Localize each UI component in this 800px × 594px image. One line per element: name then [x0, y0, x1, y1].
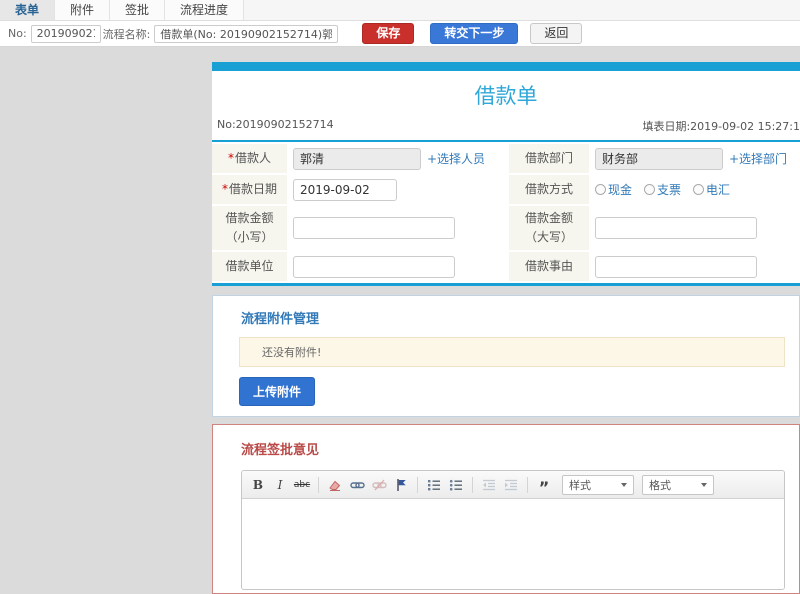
page-title: 借款单 [474, 84, 538, 108]
tab-form[interactable]: 表单 [0, 0, 56, 20]
divider [212, 283, 800, 287]
tab-progress[interactable]: 流程进度 [165, 0, 245, 20]
editor-toolbar: B I abc ” 样式 格式 [242, 471, 784, 500]
amount-uppercase-label: 借款金额（大写） [509, 206, 589, 251]
loan-unit-input[interactable] [293, 255, 455, 278]
loan-method-label: 借款方式 [509, 175, 589, 204]
tab-bar: 表单 附件 签批 流程进度 [0, 0, 800, 21]
form-date-text: 填表日期:2019-09-02 15:27:1 [642, 120, 800, 133]
attachment-heading: 流程附件管理 [241, 312, 320, 328]
panel-top-accent [212, 62, 800, 71]
form-number-text: No:20190902152714 [217, 118, 334, 131]
radio-cheque[interactable]: 支票 [644, 181, 681, 198]
borrower-input[interactable] [293, 147, 421, 170]
approval-panel: 流程签批意见 B I abc ” 样式 格式 [212, 424, 800, 594]
editor-content-area[interactable] [242, 499, 784, 590]
loan-date-label: *借款日期 [212, 175, 287, 204]
required-mark: * [227, 150, 234, 165]
italic-icon[interactable]: I [270, 475, 290, 495]
attachment-panel: 流程附件管理 还没有附件! 上传附件 [212, 295, 800, 418]
back-button[interactable]: 返回 [530, 23, 583, 44]
loan-method-radios: 现金 支票 电汇 [591, 175, 800, 204]
toolbar-separator [472, 476, 473, 493]
no-attachment-notice: 还没有附件! [239, 337, 785, 368]
chevron-down-icon [701, 482, 707, 487]
amount-lowercase-label: 借款金额（小写） [212, 206, 287, 251]
tab-approval[interactable]: 签批 [110, 0, 166, 20]
flow-name-input[interactable] [154, 24, 339, 43]
loan-reason-input[interactable] [595, 255, 757, 278]
radio-cash[interactable]: 现金 [595, 181, 632, 198]
radio-wire-transfer[interactable]: 电汇 [693, 181, 730, 198]
numbered-list-icon[interactable] [424, 475, 444, 495]
amount-uppercase-input[interactable] [595, 217, 757, 240]
link-icon[interactable] [347, 475, 367, 495]
form-grid: *借款人 +选择人员 借款部门 +选择部门 *借款日期 借款方式 [212, 142, 800, 282]
loan-reason-label: 借款事由 [509, 252, 589, 282]
style-dropdown[interactable]: 样式 [562, 474, 634, 495]
action-toolbar: No: 流程名称: 保存 转交下一步 返回 [0, 21, 800, 47]
radio-circle-icon [693, 184, 705, 195]
no-label: No: [8, 27, 27, 40]
required-mark: * [221, 181, 228, 196]
chevron-down-icon [621, 482, 627, 487]
blockquote-icon[interactable]: ” [534, 475, 554, 495]
no-input[interactable] [30, 24, 101, 43]
department-label: 借款部门 [509, 144, 589, 173]
anchor-flag-icon[interactable] [391, 475, 411, 495]
amount-lowercase-input[interactable] [293, 217, 455, 240]
loan-date-input[interactable] [293, 178, 397, 201]
main-content: 借款单 No:20190902152714 填表日期:2019-09-02 15… [212, 62, 800, 594]
radio-circle-icon [644, 184, 656, 195]
department-input[interactable] [595, 147, 723, 170]
flow-name-label: 流程名称: [102, 27, 151, 41]
outdent-icon[interactable] [479, 475, 499, 495]
approval-heading: 流程签批意见 [241, 443, 320, 459]
select-department-link[interactable]: +选择部门 [729, 150, 787, 167]
save-button[interactable]: 保存 [362, 23, 415, 44]
format-dropdown[interactable]: 格式 [642, 474, 714, 495]
loan-unit-label: 借款单位 [212, 252, 287, 282]
upload-attachment-button[interactable]: 上传附件 [239, 377, 316, 407]
toolbar-separator [527, 476, 528, 493]
borrower-label: *借款人 [212, 144, 287, 173]
remove-format-icon[interactable] [325, 475, 345, 495]
forward-next-step-button[interactable]: 转交下一步 [430, 23, 519, 44]
toolbar-separator [417, 476, 418, 493]
radio-circle-icon [595, 184, 606, 195]
tab-attachments[interactable]: 附件 [55, 0, 111, 20]
unlink-icon[interactable] [369, 475, 389, 495]
rich-text-editor: B I abc ” 样式 格式 [241, 470, 785, 591]
indent-icon[interactable] [501, 475, 521, 495]
select-person-link[interactable]: +选择人员 [427, 150, 485, 167]
bold-icon[interactable]: B [248, 475, 268, 495]
toolbar-separator [318, 476, 319, 493]
form-meta-row: No:20190902152714 填表日期:2019-09-02 15:27:… [212, 118, 800, 140]
loan-form-panel: 借款单 No:20190902152714 填表日期:2019-09-02 15… [212, 62, 800, 287]
strikethrough-icon[interactable]: abc [292, 475, 312, 495]
bullet-list-icon[interactable] [446, 475, 466, 495]
